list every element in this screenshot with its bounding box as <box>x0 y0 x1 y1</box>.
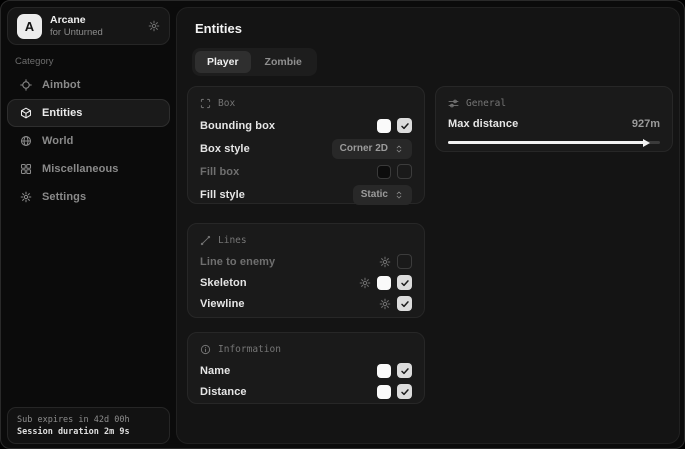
row-fill-box: Fill box <box>200 160 412 183</box>
checkbox-viewline[interactable] <box>397 296 412 311</box>
color-swatch-name[interactable] <box>377 364 391 378</box>
box-section-header: Box <box>200 96 412 110</box>
info-circle-icon <box>200 344 211 355</box>
color-swatch-bounding-box[interactable] <box>377 119 391 133</box>
sidebar: A Arcane for Unturned Category Aimbot En… <box>1 1 176 448</box>
tab-zombie[interactable]: Zombie <box>253 51 314 73</box>
row-label: Fill style <box>200 189 245 201</box>
page-title: Entities <box>195 21 242 36</box>
section-title: Box <box>218 98 235 109</box>
slider-thumb[interactable] <box>643 139 650 147</box>
sidebar-item-entities[interactable]: Entities <box>7 99 170 127</box>
sidebar-item-label: Aimbot <box>42 79 80 91</box>
row-label: Viewline <box>200 298 245 310</box>
row-fill-style: Fill style Static <box>200 183 412 206</box>
category-label: Category <box>15 56 54 67</box>
row-viewline: Viewline <box>200 293 412 314</box>
sidebar-item-label: Settings <box>42 191 86 203</box>
sidebar-item-settings[interactable]: Settings <box>7 183 170 211</box>
chevron-updown-icon <box>394 144 404 154</box>
box-style-dropdown[interactable]: Corner 2D <box>332 139 412 159</box>
row-label: Name <box>200 365 230 377</box>
information-section-card: Information Name Distance <box>187 332 425 404</box>
information-section-header: Information <box>200 342 412 356</box>
app-window: A Arcane for Unturned Category Aimbot En… <box>0 0 685 449</box>
globe-icon <box>19 135 32 147</box>
general-section-card: General Max distance 927m <box>435 86 673 152</box>
diagonal-line-icon <box>200 235 211 246</box>
section-title: General <box>466 98 506 109</box>
row-max-distance: Max distance 927m <box>448 114 660 134</box>
gear-icon <box>19 191 32 203</box>
color-swatch-skeleton[interactable] <box>377 276 391 290</box>
crosshair-icon <box>19 79 32 91</box>
row-label: Skeleton <box>200 277 247 289</box>
general-section-header: General <box>448 96 660 110</box>
main-panel: Entities Player Zombie Box Bounding box … <box>176 7 680 444</box>
box-section-card: Box Bounding box Box style Corner 2D <box>187 86 425 204</box>
brand-text: Arcane for Unturned <box>50 14 103 39</box>
sub-expiry-text: Sub expires in 42d 00h <box>17 415 160 425</box>
session-duration-text: Session duration 2m 9s <box>17 427 160 437</box>
subscription-status-card: Sub expires in 42d 00h Session duration … <box>7 407 170 444</box>
checkbox-name[interactable] <box>397 363 412 378</box>
chevron-updown-icon <box>394 190 404 200</box>
row-line-to-enemy: Line to enemy <box>200 251 412 272</box>
sidebar-item-aimbot[interactable]: Aimbot <box>7 71 170 99</box>
row-box-style: Box style Corner 2D <box>200 137 412 160</box>
settings-gear-icon[interactable] <box>379 256 391 268</box>
checkbox-bounding-box[interactable] <box>397 118 412 133</box>
app-logo: A <box>17 14 42 39</box>
sliders-icon <box>448 98 459 109</box>
gear-icon[interactable] <box>148 20 160 32</box>
checkbox-skeleton[interactable] <box>397 275 412 290</box>
row-skeleton: Skeleton <box>200 272 412 293</box>
entities-icon <box>19 107 32 119</box>
sidebar-item-miscellaneous[interactable]: Miscellaneous <box>7 155 170 183</box>
slider-fill <box>448 141 645 144</box>
checkbox-line-to-enemy[interactable] <box>397 254 412 269</box>
row-label: Fill box <box>200 166 239 178</box>
sidebar-item-label: Entities <box>42 107 83 119</box>
dropdown-value: Static <box>361 189 388 200</box>
section-title: Lines <box>218 235 247 246</box>
lines-section-card: Lines Line to enemy Skeleton Viewline <box>187 223 425 318</box>
color-swatch-fill-box[interactable] <box>377 165 391 179</box>
checkbox-fill-box[interactable] <box>397 164 412 179</box>
row-bounding-box: Bounding box <box>200 114 412 137</box>
app-title: Arcane <box>50 14 103 27</box>
sidebar-nav: Aimbot Entities World Miscellaneous Sett… <box>7 71 170 211</box>
checkbox-distance[interactable] <box>397 384 412 399</box>
row-label: Max distance <box>448 118 518 130</box>
row-label: Line to enemy <box>200 256 275 268</box>
grid-icon <box>19 163 32 175</box>
row-label: Box style <box>200 143 250 155</box>
row-name: Name <box>200 360 412 381</box>
lines-section-header: Lines <box>200 233 412 247</box>
brand-card: A Arcane for Unturned <box>7 7 170 45</box>
section-title: Information <box>218 344 281 355</box>
dropdown-value: Corner 2D <box>340 143 388 154</box>
scan-corners-icon <box>200 98 211 109</box>
max-distance-value: 927m <box>632 118 660 130</box>
max-distance-slider[interactable] <box>448 141 660 144</box>
row-label: Bounding box <box>200 120 275 132</box>
tab-player[interactable]: Player <box>195 51 251 73</box>
sidebar-item-label: Miscellaneous <box>42 163 119 175</box>
color-swatch-distance[interactable] <box>377 385 391 399</box>
fill-style-dropdown[interactable]: Static <box>353 185 412 205</box>
row-label: Distance <box>200 386 247 398</box>
entity-tabs: Player Zombie <box>192 48 317 76</box>
settings-gear-icon[interactable] <box>359 277 371 289</box>
app-subtitle: for Unturned <box>50 27 103 38</box>
sidebar-item-label: World <box>42 135 73 147</box>
row-distance: Distance <box>200 381 412 402</box>
sidebar-item-world[interactable]: World <box>7 127 170 155</box>
settings-gear-icon[interactable] <box>379 298 391 310</box>
